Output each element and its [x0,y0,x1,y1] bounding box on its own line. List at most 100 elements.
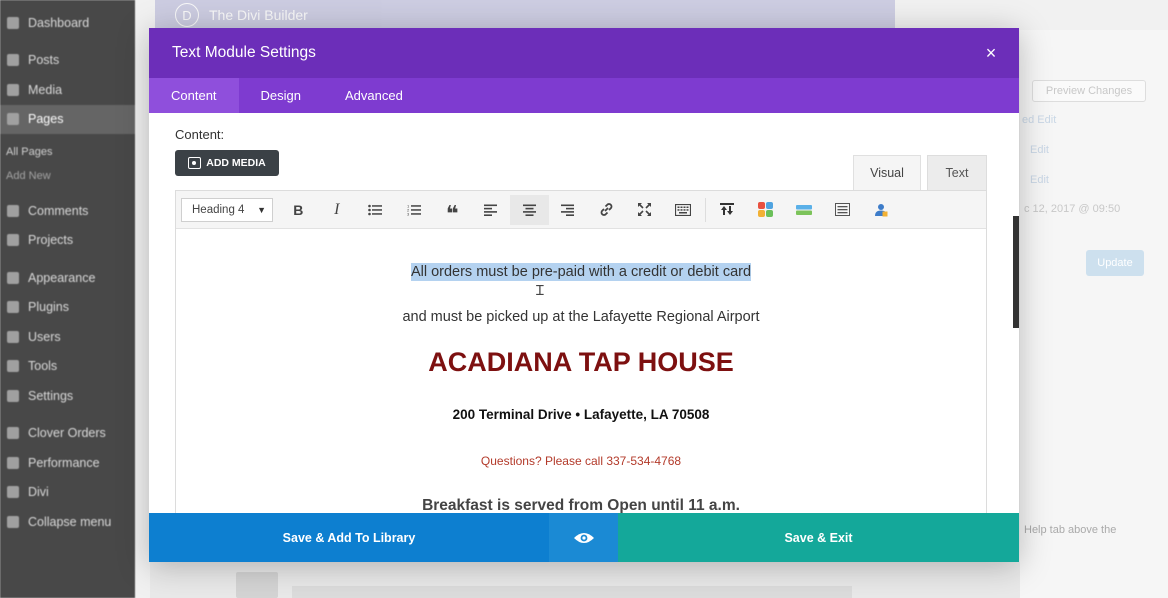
tab-advanced[interactable]: Advanced [323,78,425,113]
bold-icon[interactable]: B [279,195,318,225]
modal-scrollbar[interactable] [1013,216,1019,328]
edit-link[interactable]: Edit [1030,174,1049,186]
svg-text:3: 3 [407,211,410,216]
preview-button[interactable] [549,513,618,562]
sidebar-item-label: Performance [28,455,100,470]
sidebar-item-posts[interactable]: Posts [0,46,135,76]
add-media-label: ADD MEDIA [206,157,266,169]
divider-button-icon[interactable] [785,195,824,225]
editor-content[interactable]: All orders must be pre-paid with a credi… [176,229,986,519]
sidebar-item-clover-orders[interactable]: Clover Orders [0,419,135,449]
sidebar-item-label: Dashboard [28,15,90,30]
sidebar-item-label: Comments [28,203,89,218]
sidebar-item-label: Media [28,82,63,97]
align-right-icon[interactable] [549,195,588,225]
preview-changes-button[interactable]: Preview Changes [1032,80,1146,102]
sort-arrows-icon[interactable] [708,195,747,225]
sidebar-item-label: Projects [28,233,74,248]
sidebar-item-comments[interactable]: Comments [0,196,135,226]
bullet-list-icon[interactable] [356,195,395,225]
sidebar-item-plugins[interactable]: Plugins [0,293,135,323]
sidebar-subitem-all-pages[interactable]: All Pages [0,140,135,164]
sidebar-item-dashboard[interactable]: Dashboard [0,8,135,38]
modal-title: Text Module Settings [172,44,316,61]
blockquote-icon[interactable]: ❝ [433,195,472,226]
clover-icon [6,426,20,440]
numbered-list-icon[interactable]: 123 [395,195,434,225]
divi-builder-bar: D The Divi Builder [155,0,895,30]
pages-icon [6,112,20,126]
editor-tab-visual[interactable]: Visual [853,155,921,190]
text-block-icon[interactable] [823,195,862,225]
tab-content[interactable]: Content [149,78,239,113]
fullscreen-icon[interactable] [626,195,665,225]
modal-tabs: Content Design Advanced [149,78,1019,113]
modal-header: Text Module Settings × [149,28,1019,78]
update-button[interactable]: Update [1086,250,1144,276]
sidebar-item-users[interactable]: Users [0,322,135,352]
content-phone: Questions? Please call 337-534-4768 [480,454,682,468]
help-text: Help tab above the [1024,524,1117,536]
italic-icon[interactable]: I [318,195,357,225]
divi-icon [6,485,20,499]
settings-icon [6,389,20,403]
wrench-icon [6,359,20,373]
performance-icon [6,456,20,470]
editor-toolbar: Heading 4 ▼ B I 123 ❝ [176,191,986,229]
media-icon [188,157,202,169]
save-add-to-library-button[interactable]: Save & Add To Library [149,513,549,562]
sidebar-item-tools[interactable]: Tools [0,352,135,382]
content-label: Content: [175,127,225,142]
align-center-icon[interactable] [510,194,549,225]
tab-design[interactable]: Design [239,78,323,113]
content-address: 200 Terminal Drive • Lafayette, LA 70508 [452,407,710,422]
sidebar-item-label: Appearance [28,270,96,285]
sidebar-item-label: Users [28,329,61,344]
sidebar-item-label: Posts [28,53,60,68]
editor-tab-text[interactable]: Text [927,155,987,190]
modal-footer: Save & Add To Library Save & Exit [149,513,1019,562]
format-select-value: Heading 4 [192,203,245,216]
sidebar-item-projects[interactable]: Projects [0,226,135,256]
sidebar-item-collapse-menu[interactable]: Collapse menu [0,507,135,537]
toolbar-divider [704,197,706,222]
divi-builder-title: The Divi Builder [209,7,308,23]
edit-link[interactable]: ed Edit [1022,114,1056,126]
sidebar-subitem-add-new[interactable]: Add New [0,164,135,188]
collapse-icon [6,515,20,529]
format-select[interactable]: Heading 4 ▼ [181,197,273,222]
link-icon[interactable] [587,195,626,225]
media-icon [6,83,20,97]
sidebar-item-settings[interactable]: Settings [0,381,135,411]
admin-sidebar: Dashboard Posts Media Pages All Pages Ad… [0,0,135,598]
sidebar-item-label: Clover Orders [28,426,106,441]
content-line-selected: All orders must be pre-paid with a credi… [176,263,986,281]
add-media-button[interactable]: ADD MEDIA [175,150,279,176]
edit-link[interactable]: Edit [1030,144,1049,156]
content-heading: ACADIANA TAP HOUSE [428,347,734,377]
sidebar-item-label: Divi [28,485,49,500]
brush-icon [6,271,20,285]
save-exit-button[interactable]: Save & Exit [618,513,1019,562]
sidebar-item-appearance[interactable]: Appearance [0,263,135,293]
ibeam-cursor-icon: Ɪ [536,282,544,298]
plugin-icon [6,300,20,314]
user-lock-icon[interactable] [862,195,901,225]
align-left-icon[interactable] [472,195,511,225]
sidebar-item-pages[interactable]: Pages [0,104,135,134]
dashboard-icon [6,16,20,30]
sidebar-item-label: Pages [28,112,64,127]
divi-logo: D [175,3,199,27]
sidebar-item-performance[interactable]: Performance [0,448,135,478]
caret-down-icon: ▼ [257,204,266,215]
sidebar-item-label: Settings [28,388,74,403]
text-module-settings-modal: Text Module Settings × Content Design Ad… [149,28,1019,562]
sidebar-item-media[interactable]: Media [0,75,135,105]
background-canvas [150,562,1020,598]
keyboard-icon[interactable] [664,195,703,225]
sidebar-item-label: Plugins [28,300,69,315]
close-icon[interactable]: × [981,43,1001,63]
sidebar-item-divi[interactable]: Divi [0,478,135,508]
color-grid-icon[interactable] [746,195,785,225]
publish-date: c 12, 2017 @ 09:50 [1024,203,1121,215]
